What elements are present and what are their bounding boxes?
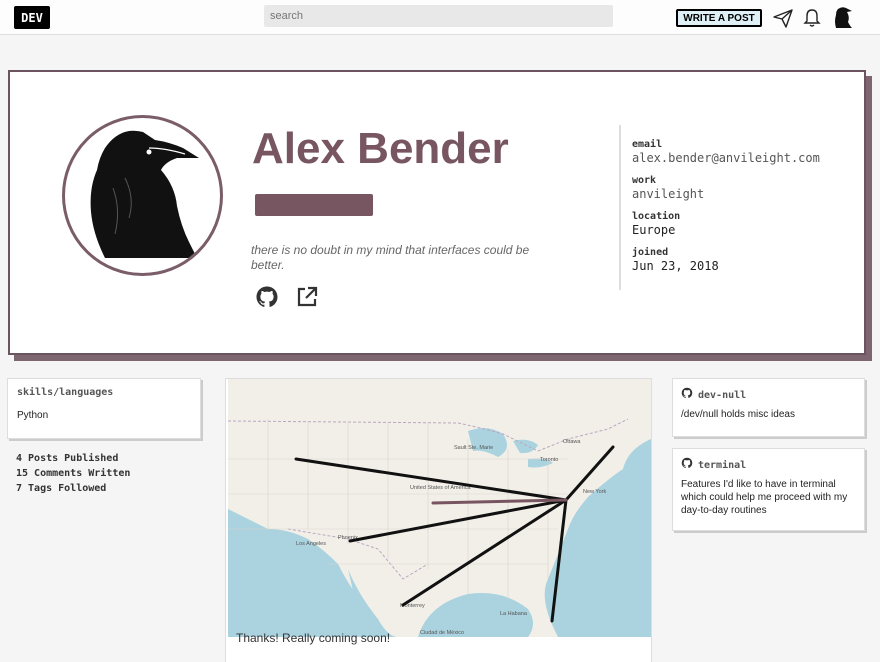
skill-item: Python: [17, 410, 49, 421]
meta-joined-label: joined: [632, 247, 669, 258]
stat-comments: 15 Comments Written: [16, 468, 131, 479]
map-label: United States of America: [410, 485, 471, 491]
meta-work-label: work: [632, 175, 657, 186]
bell-icon[interactable]: [801, 7, 823, 29]
meta-email-label: email: [632, 139, 663, 150]
meta-work-value: anvileight: [632, 187, 705, 201]
profile-name: Alex Bender: [252, 124, 509, 173]
meta-location-label: location: [632, 211, 681, 222]
top-navbar: DEV WRITE A POST: [0, 0, 880, 35]
skills-title: skills/languages: [17, 387, 114, 398]
repo-description: /dev/null holds misc ideas: [681, 409, 795, 420]
map-label: La Habana: [500, 611, 528, 617]
map-canvas: Sault Ste. Marie Ottawa Toronto New York…: [228, 379, 651, 637]
stat-tags: 7 Tags Followed: [16, 483, 107, 494]
map-label: Los Angeles: [296, 541, 326, 547]
profile-stats: 4 Posts Published 15 Comments Written 7 …: [16, 451, 130, 496]
meta-work: work anvileight: [632, 175, 704, 201]
github-icon[interactable]: [255, 285, 279, 309]
repo-header: dev-null: [681, 386, 746, 404]
repo-name[interactable]: dev-null: [698, 390, 746, 401]
external-link-icon[interactable]: [295, 285, 319, 309]
search-input[interactable]: [264, 5, 613, 27]
map-label: Ciudad de México: [420, 630, 464, 636]
meta-email: email alex.bender@anvileight.com: [632, 139, 820, 165]
repo-description: Features I'd like to have in terminal wh…: [681, 479, 848, 516]
stat-posts: 4 Posts Published: [16, 453, 119, 464]
github-icon: [681, 456, 693, 474]
meta-location-value: Europe: [632, 223, 676, 237]
raven-image: [90, 130, 199, 258]
dev-logo[interactable]: DEV: [14, 6, 50, 29]
map-label: Sault Ste. Marie: [454, 445, 493, 451]
profile-header-card: Alex Bender there is no doubt in my mind…: [8, 70, 866, 355]
user-avatar-icon[interactable]: [832, 5, 854, 28]
write-post-button[interactable]: WRITE A POST: [676, 9, 762, 27]
meta-joined: joined Jun 23, 2018: [632, 247, 719, 273]
map-label: Ottawa: [563, 439, 581, 445]
github-icon: [681, 386, 693, 404]
repo-card-dev-null[interactable]: dev-null /dev/null holds misc ideas: [672, 378, 865, 437]
profile-divider: [619, 125, 621, 290]
profile-summary: there is no doubt in my mind that interf…: [251, 243, 530, 272]
follow-button[interactable]: [255, 194, 373, 216]
profile-avatar: [62, 115, 223, 276]
meta-joined-value: Jun 23, 2018: [632, 259, 719, 273]
map-label: Toronto: [540, 457, 558, 463]
repo-header: terminal: [681, 456, 746, 474]
meta-email-value[interactable]: alex.bender@anvileight.com: [632, 151, 820, 165]
repo-card-terminal[interactable]: terminal Features I'd like to have in te…: [672, 448, 865, 531]
repo-name[interactable]: terminal: [698, 460, 746, 471]
map-label: New York: [583, 489, 606, 495]
comment-snippet[interactable]: Thanks! Really coming soon!: [236, 631, 390, 645]
paper-plane-icon[interactable]: [772, 7, 794, 29]
map-overlay[interactable]: Sault Ste. Marie Ottawa Toronto New York…: [228, 379, 651, 637]
meta-location: location Europe: [632, 211, 680, 237]
skills-card: skills/languages Python: [7, 378, 201, 439]
